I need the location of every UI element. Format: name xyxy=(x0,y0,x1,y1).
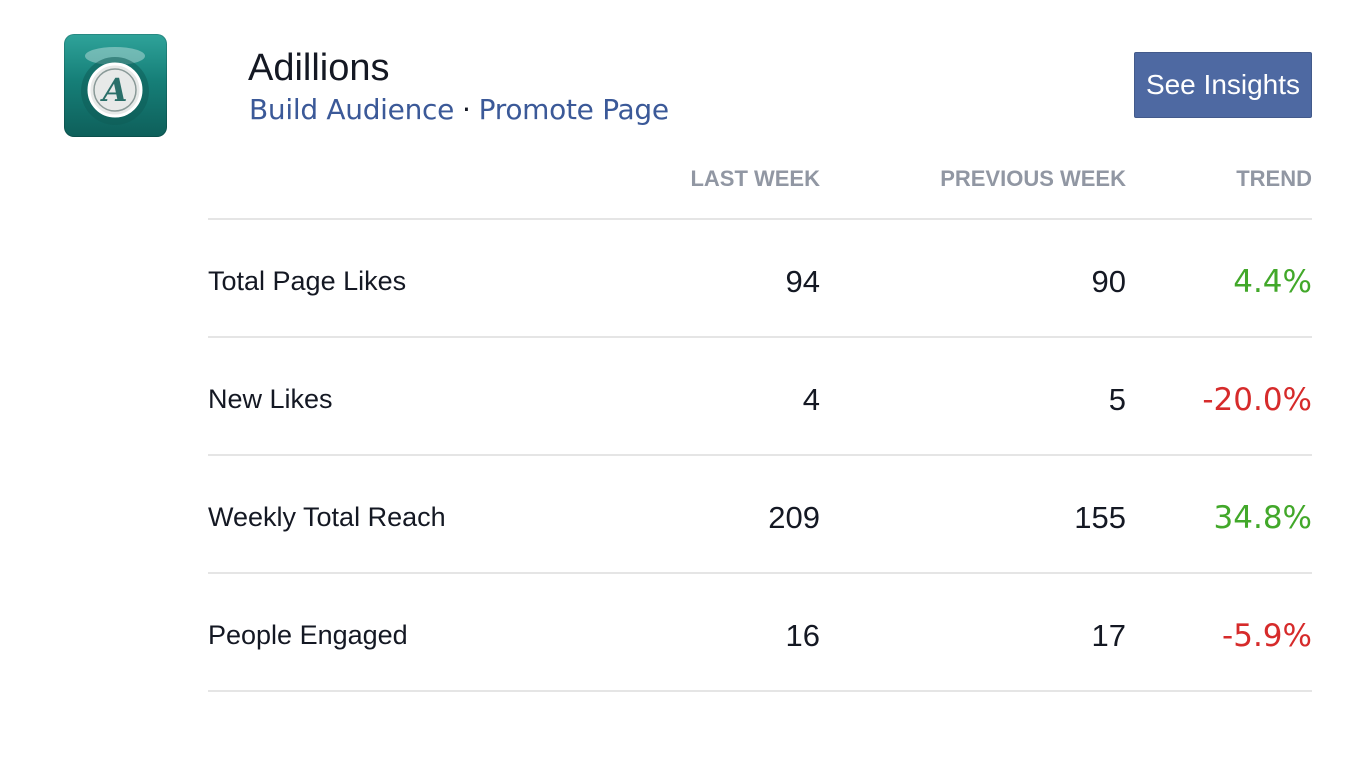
metric-label: People Engaged xyxy=(208,620,408,650)
last-week-value: 94 xyxy=(785,264,820,299)
build-audience-link[interactable]: Build Audience xyxy=(249,93,454,126)
see-insights-button[interactable]: See Insights xyxy=(1134,52,1312,118)
table-row: New Likes 4 5 -20.0% xyxy=(208,338,1312,456)
previous-week-value: 155 xyxy=(1074,500,1126,535)
trend-value: -20.0% xyxy=(1202,382,1312,418)
trend-value: 34.8% xyxy=(1213,500,1312,536)
page-action-links: Build Audience · Promote Page xyxy=(249,92,669,128)
page-logo[interactable]: A xyxy=(64,34,167,137)
metric-label: New Likes xyxy=(208,384,333,414)
link-separator: · xyxy=(462,93,471,126)
last-week-value: 209 xyxy=(768,500,820,535)
logo-letter: A xyxy=(100,71,128,109)
last-week-value: 4 xyxy=(802,382,820,417)
header-previous-week: PREVIOUS WEEK xyxy=(940,166,1126,191)
trend-value: 4.4% xyxy=(1233,264,1312,300)
metric-label: Total Page Likes xyxy=(208,266,407,296)
adillions-logo-icon: A xyxy=(81,47,149,125)
table-header-row: LAST WEEK PREVIOUS WEEK TREND xyxy=(208,160,1312,220)
previous-week-value: 5 xyxy=(1108,382,1126,417)
promote-page-link[interactable]: Promote Page xyxy=(479,93,669,126)
metric-label: Weekly Total Reach xyxy=(208,502,446,532)
trend-value: -5.9% xyxy=(1222,618,1312,654)
last-week-value: 16 xyxy=(785,618,820,653)
weekly-stats-table: LAST WEEK PREVIOUS WEEK TREND Total Page… xyxy=(208,160,1312,692)
page-name[interactable]: Adillions xyxy=(248,46,390,90)
table-row: Weekly Total Reach 209 155 34.8% xyxy=(208,456,1312,574)
previous-week-value: 17 xyxy=(1091,618,1126,653)
header-trend: TREND xyxy=(1236,166,1312,191)
header-last-week: LAST WEEK xyxy=(690,166,820,191)
table-row: Total Page Likes 94 90 4.4% xyxy=(208,220,1312,338)
previous-week-value: 90 xyxy=(1091,264,1126,299)
table-row: People Engaged 16 17 -5.9% xyxy=(208,574,1312,692)
